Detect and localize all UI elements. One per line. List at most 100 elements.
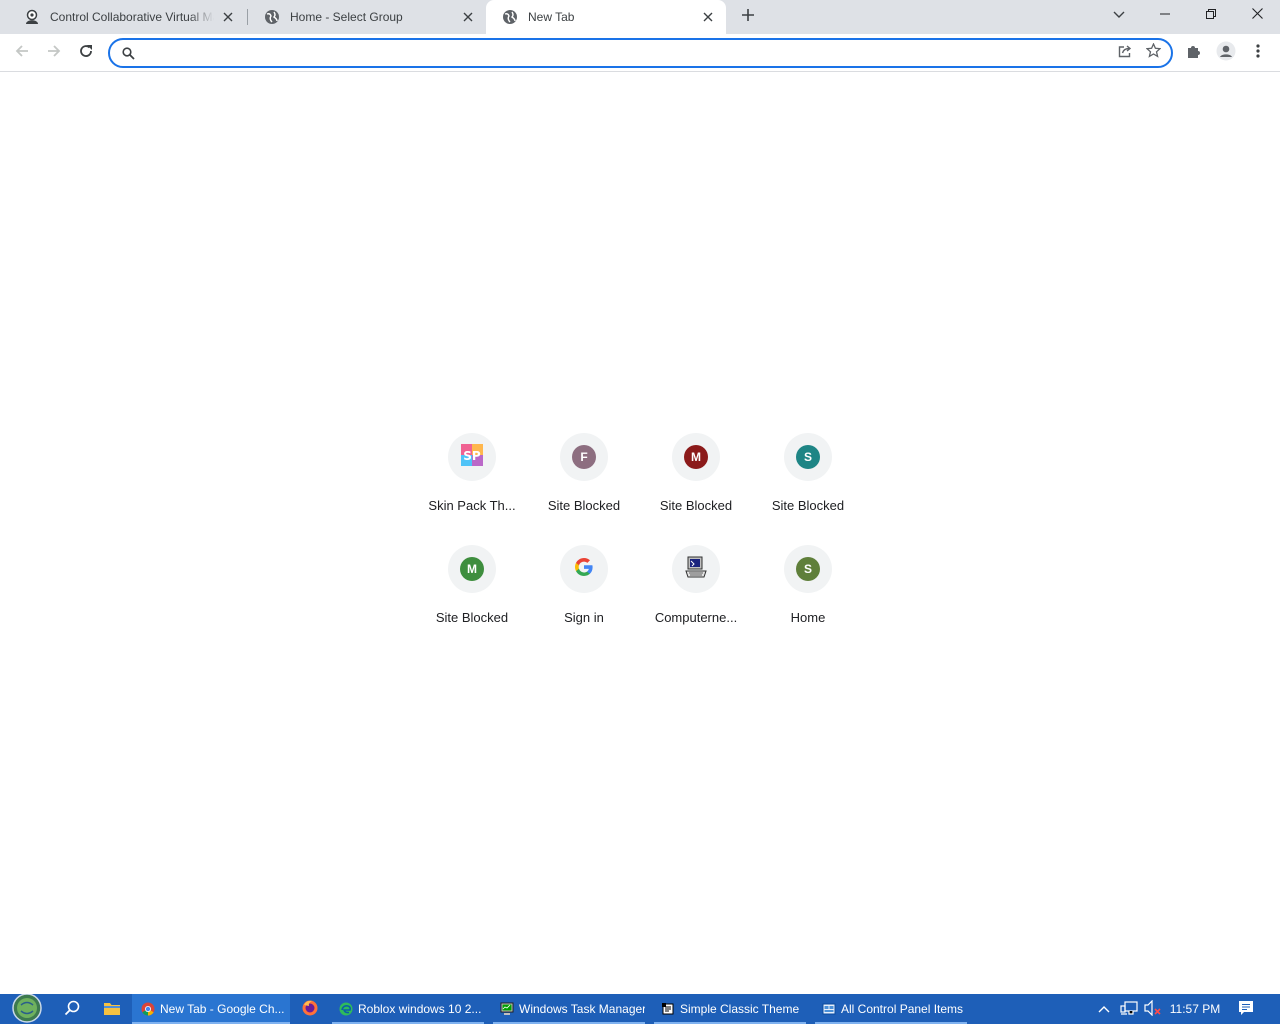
puzzle-icon xyxy=(1186,43,1202,64)
reload-button[interactable] xyxy=(72,39,100,67)
shortcut-tile[interactable]: M Site Blocked xyxy=(640,425,752,537)
tab-title: Home - Select Group xyxy=(290,10,403,24)
vertical-dots-icon xyxy=(1256,43,1260,63)
browser-toolbar xyxy=(0,34,1280,72)
taskbar-item-chrome[interactable]: New Tab - Google Ch... xyxy=(132,994,290,1024)
shortcut-icon-container xyxy=(560,545,608,593)
shortcut-label: Site Blocked xyxy=(547,498,621,513)
theme-icon xyxy=(660,1001,676,1017)
shortcut-label: Skin Pack Th... xyxy=(428,498,516,513)
volume-button[interactable] xyxy=(1142,994,1164,1024)
chevron-down-icon xyxy=(1113,6,1125,24)
minimize-button[interactable] xyxy=(1142,0,1188,30)
shortcut-tile[interactable]: S Site Blocked xyxy=(752,425,864,537)
show-hidden-icons-button[interactable] xyxy=(1094,994,1114,1024)
share-button[interactable] xyxy=(1111,40,1139,66)
letter-avatar-icon: M xyxy=(460,557,484,581)
start-button[interactable] xyxy=(6,994,48,1024)
shortcut-tile[interactable]: SP Skin Pack Th... xyxy=(416,425,528,537)
shortcut-icon-container: M xyxy=(448,545,496,593)
bookmark-button[interactable] xyxy=(1139,40,1167,66)
windows-orb-icon xyxy=(11,994,43,1024)
task-manager-icon xyxy=(499,1001,515,1017)
back-button[interactable] xyxy=(8,39,36,67)
shortcut-icon-container: SP xyxy=(448,433,496,481)
new-tab-button[interactable] xyxy=(736,5,760,29)
svg-text:SP: SP xyxy=(463,449,481,463)
taskbar-item-label: Roblox windows 10 2... xyxy=(358,1002,482,1016)
taskbar-item-control-panel[interactable]: All Control Panel Items xyxy=(815,994,967,1024)
shortcut-icon-container: M xyxy=(672,433,720,481)
avatar-icon xyxy=(1216,41,1236,66)
address-bar[interactable] xyxy=(108,38,1173,68)
tab-collab-vm[interactable]: Control Collaborative Virtual Machine xyxy=(8,0,246,34)
shortcut-label: Computerne... xyxy=(654,610,738,625)
shortcut-icon-container xyxy=(672,545,720,593)
skinpack-logo-icon: SP xyxy=(461,443,483,471)
letter-avatar-icon: F xyxy=(572,445,596,469)
shortcut-label: Site Blocked xyxy=(771,498,845,513)
close-tab-icon[interactable] xyxy=(700,9,716,25)
chevron-up-icon xyxy=(1098,1002,1110,1016)
shortcut-icon-container: S xyxy=(784,433,832,481)
search-icon xyxy=(64,1000,80,1019)
shortcut-tile[interactable]: Sign in xyxy=(528,537,640,649)
action-center-button[interactable] xyxy=(1232,994,1260,1024)
shortcut-label: Site Blocked xyxy=(435,610,509,625)
tab-title: Control Collaborative Virtual Machine xyxy=(50,10,214,24)
google-g-icon xyxy=(574,557,594,582)
search-icon xyxy=(120,45,136,61)
clock-time: 11:57 PM xyxy=(1169,1002,1221,1016)
minimize-icon xyxy=(1160,6,1170,24)
tab-search-button[interactable] xyxy=(1096,0,1142,30)
chrome-icon xyxy=(140,1001,156,1017)
tab-strip: Control Collaborative Virtual Machine Ho… xyxy=(0,0,1280,34)
profile-button[interactable] xyxy=(1212,39,1240,67)
forward-button[interactable] xyxy=(40,39,68,67)
network-button[interactable] xyxy=(1118,994,1140,1024)
letter-avatar-icon: S xyxy=(796,557,820,581)
folder-icon xyxy=(103,1000,121,1019)
extensions-button[interactable] xyxy=(1180,39,1208,67)
shortcut-label: Home xyxy=(790,610,826,625)
shortcut-tile[interactable]: S Home xyxy=(752,537,864,649)
share-icon xyxy=(1118,44,1133,63)
control-panel-icon xyxy=(821,1001,837,1017)
network-icon xyxy=(1120,1000,1138,1019)
shortcut-tile[interactable]: Computerne... xyxy=(640,537,752,649)
globe-icon xyxy=(502,9,518,25)
close-icon xyxy=(1251,6,1263,24)
edge-icon xyxy=(338,1001,354,1017)
plus-icon xyxy=(741,8,755,27)
close-tab-icon[interactable] xyxy=(220,9,236,25)
arrow-left-icon xyxy=(14,43,30,64)
notification-icon xyxy=(1238,1000,1254,1019)
address-input[interactable] xyxy=(142,41,1111,65)
shortcut-icon-container: S xyxy=(784,545,832,593)
taskbar-item-roblox[interactable]: Roblox windows 10 2... xyxy=(332,994,484,1024)
tab-new-tab[interactable]: New Tab xyxy=(486,0,726,34)
taskbar: New Tab - Google Ch... Roblox windows 10… xyxy=(0,994,1280,1024)
computer-icon xyxy=(684,555,708,584)
search-button[interactable] xyxy=(58,994,86,1024)
taskbar-item-task-manager[interactable]: Windows Task Manager xyxy=(493,994,645,1024)
shortcut-tile[interactable]: F Site Blocked xyxy=(528,425,640,537)
tab-title: New Tab xyxy=(528,10,575,24)
globe-icon xyxy=(264,9,280,25)
restore-button[interactable] xyxy=(1188,0,1234,30)
clock[interactable]: 11:57 PM xyxy=(1166,994,1224,1024)
menu-button[interactable] xyxy=(1244,39,1272,67)
taskbar-item-simple-classic-theme[interactable]: Simple Classic Theme xyxy=(654,994,806,1024)
shortcut-tile[interactable]: M Site Blocked xyxy=(416,537,528,649)
speaker-muted-icon xyxy=(1144,999,1162,1019)
close-tab-icon[interactable] xyxy=(460,9,476,25)
restore-icon xyxy=(1206,6,1216,24)
file-explorer-button[interactable] xyxy=(98,994,126,1024)
firefox-icon xyxy=(302,1000,318,1019)
collab-vm-icon xyxy=(24,9,40,25)
shortcut-icon-container: F xyxy=(560,433,608,481)
tab-home-select-group[interactable]: Home - Select Group xyxy=(248,0,486,34)
shortcut-label: Sign in xyxy=(564,610,604,625)
close-window-button[interactable] xyxy=(1234,0,1280,30)
firefox-button[interactable] xyxy=(298,994,322,1024)
